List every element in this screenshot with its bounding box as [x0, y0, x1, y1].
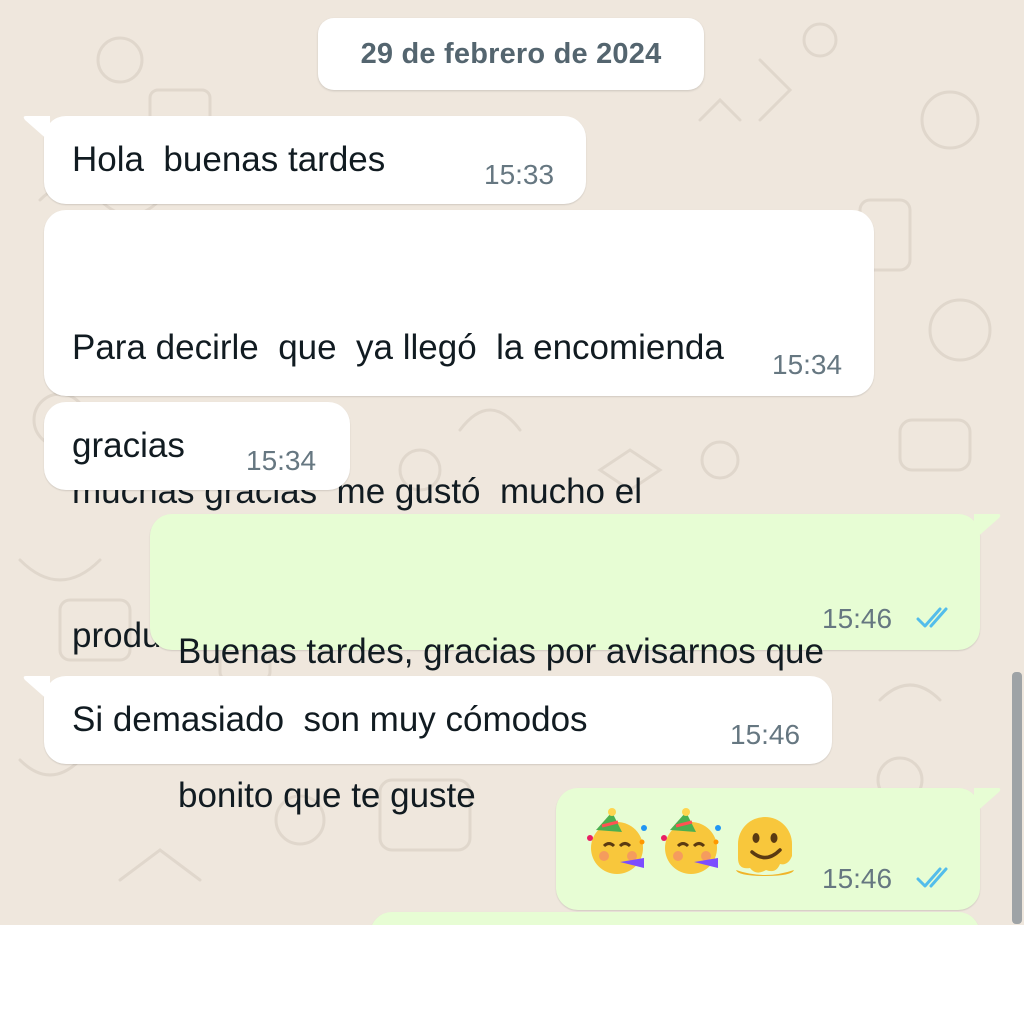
message-line: Buenas tardes, gracias por avisarnos que	[178, 632, 824, 671]
melting-face-emoji	[736, 817, 794, 876]
partying-face-emoji	[587, 808, 647, 874]
incoming-message[interactable]: Si demasiado son muy cómodos 15:46	[23, 676, 832, 764]
message-time: 15:46	[822, 863, 893, 894]
message-time: 15:33	[484, 159, 555, 190]
message-text: gracias	[72, 426, 185, 465]
scrollbar[interactable]	[1012, 672, 1022, 924]
bubble-tail	[23, 116, 50, 142]
bubble-tail	[23, 676, 50, 702]
message-text: Si demasiado son muy cómodos	[72, 700, 588, 739]
outgoing-message[interactable]: 15:46	[556, 788, 1001, 910]
date-chip: 29 de febrero de 2024	[318, 18, 704, 90]
read-ticks-icon	[916, 867, 948, 888]
read-ticks-icon	[916, 607, 948, 628]
outgoing-message-partial[interactable]	[370, 912, 980, 925]
incoming-message[interactable]: gracias 15:34	[44, 402, 350, 490]
outgoing-message[interactable]: Buenas tardes, gracias por avisarnos que…	[150, 514, 1001, 815]
message-time: 15:34	[246, 445, 317, 476]
bubble-tail	[974, 514, 1001, 540]
message-time: 15:46	[730, 719, 801, 750]
partying-face-emoji	[661, 808, 721, 874]
emoji-row	[582, 808, 800, 878]
message-text: Hola buenas tardes	[72, 140, 386, 179]
message-time: 15:34	[772, 349, 843, 380]
incoming-message[interactable]: Para decirle que ya llegó la encomienda …	[44, 210, 874, 655]
chat-area: 29 de febrero de 2024 Hola buenas tardes…	[0, 0, 1024, 925]
message-line: Para decirle que ya llegó la encomienda	[72, 328, 724, 367]
message-time: 15:46	[822, 603, 893, 634]
bubble-tail	[974, 788, 1001, 814]
incoming-message[interactable]: Hola buenas tardes 15:33	[23, 116, 586, 204]
